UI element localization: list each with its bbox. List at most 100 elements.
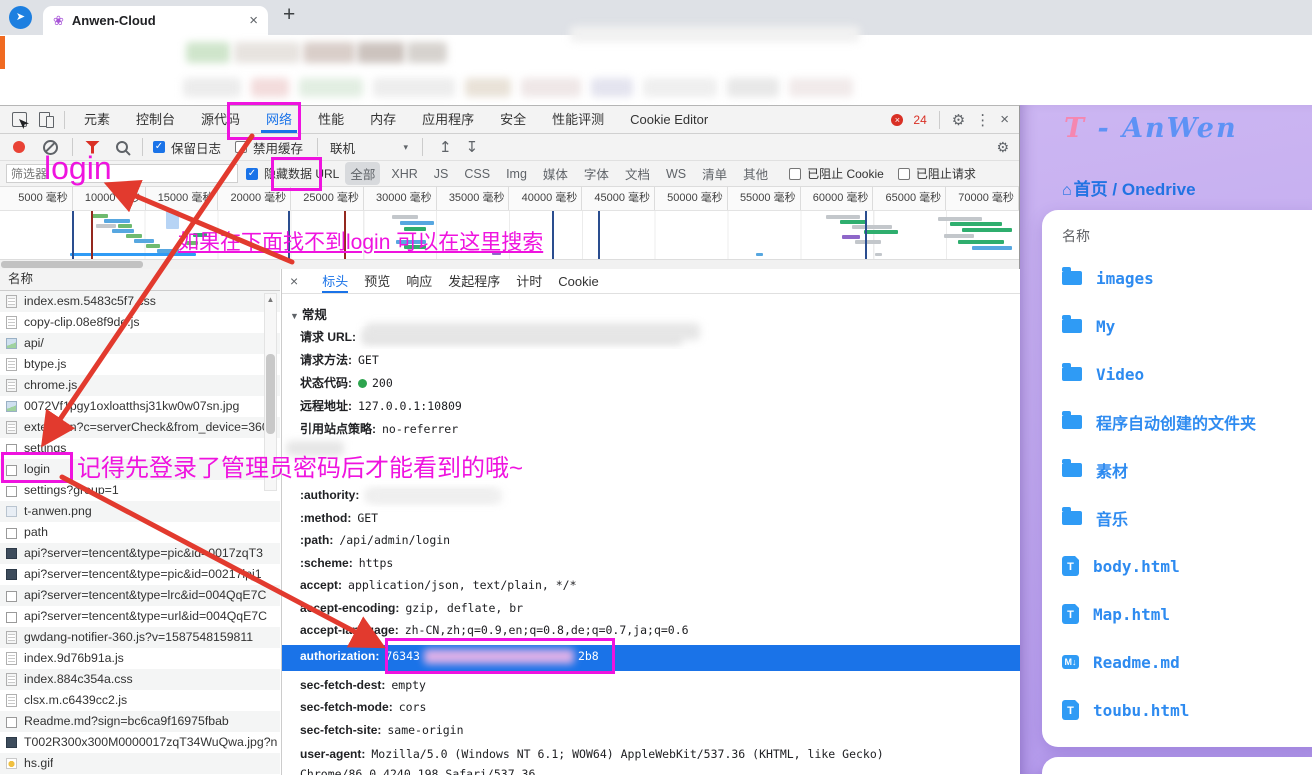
file-row[interactable]: M↓Readme.md bbox=[1062, 638, 1312, 686]
network-filterbar: ✓ 隐藏数据 URL 全部XHRJSCSSImg媒体字体文档WS清单其他 已阻止… bbox=[0, 161, 1019, 187]
details-tab-4[interactable]: 计时 bbox=[516, 270, 542, 293]
request-row[interactable]: t-anwen.png bbox=[0, 501, 280, 522]
inspect-element-icon[interactable] bbox=[12, 112, 27, 127]
request-row[interactable]: T002R300x300M0000017zqT34WuQwa.jpg?n bbox=[0, 732, 280, 753]
redacted-region bbox=[183, 78, 241, 97]
details-tab-0[interactable]: 标头 bbox=[322, 270, 348, 293]
kebab-menu-icon[interactable]: ⋮ bbox=[975, 111, 990, 129]
checkbox-unchecked-icon[interactable] bbox=[898, 168, 910, 180]
search-icon[interactable] bbox=[116, 141, 128, 153]
scroll-up-icon[interactable]: ▲ bbox=[265, 294, 276, 306]
request-row[interactable]: api?server=tencent&type=pic&id=0017zqT3 bbox=[0, 543, 280, 564]
filter-type-9[interactable]: 清单 bbox=[697, 162, 732, 185]
request-row[interactable]: Readme.md?sign=bc6ca9f16975fbab bbox=[0, 711, 280, 732]
disable-cache-toggle[interactable]: 禁用缓存 bbox=[235, 138, 303, 157]
throttling-select[interactable]: 联机 ▾ bbox=[330, 138, 408, 157]
checkbox-unchecked-icon[interactable] bbox=[789, 168, 801, 180]
general-rows: 请求 URL:请求方法:GET状态代码:200远程地址:127.0.0.1:10… bbox=[300, 326, 1010, 441]
filter-input[interactable] bbox=[6, 164, 238, 183]
error-count[interactable]: 24 bbox=[913, 113, 926, 127]
details-tab-2[interactable]: 响应 bbox=[406, 270, 432, 293]
request-row[interactable]: path bbox=[0, 522, 280, 543]
browser-logo-icon[interactable]: ➤ bbox=[9, 6, 32, 29]
folder-row[interactable]: 程序自动创建的文件夹 bbox=[1062, 398, 1312, 446]
filter-type-0[interactable]: 全部 bbox=[345, 162, 380, 185]
devtools-tab-5[interactable]: 内存 bbox=[357, 106, 409, 133]
devtools-tab-1[interactable]: 控制台 bbox=[123, 106, 188, 133]
checkbox-checked-icon[interactable]: ✓ bbox=[153, 141, 165, 153]
export-har-icon[interactable]: ↧ bbox=[466, 138, 479, 156]
devtools-close-icon[interactable]: × bbox=[1000, 111, 1009, 128]
request-row[interactable]: api/ bbox=[0, 333, 280, 354]
blocked-cookies-toggle[interactable]: 已阻止 Cookie bbox=[789, 165, 884, 182]
filter-type-10[interactable]: 其他 bbox=[738, 162, 773, 185]
request-row[interactable]: index.esm.5483c5f7.css bbox=[0, 291, 280, 312]
import-har-icon[interactable]: ↥ bbox=[439, 138, 452, 156]
file-list-card: 名称 imagesMyVideo程序自动创建的文件夹素材音乐Tbody.html… bbox=[1042, 210, 1312, 747]
folder-row[interactable]: 素材 bbox=[1062, 446, 1312, 494]
blocked-requests-toggle[interactable]: 已阻止请求 bbox=[898, 165, 976, 182]
checkbox-checked-icon[interactable]: ✓ bbox=[246, 168, 258, 180]
devtools-tab-6[interactable]: 应用程序 bbox=[409, 106, 487, 133]
tab-close-icon[interactable]: × bbox=[241, 12, 258, 29]
breadcrumb-home[interactable]: 首页 bbox=[1074, 180, 1108, 199]
filter-type-4[interactable]: Img bbox=[501, 165, 532, 183]
preserve-log-toggle[interactable]: ✓ 保留日志 bbox=[153, 138, 221, 157]
request-row[interactable]: gwdang-notifier-360.js?v=1587548159811 bbox=[0, 627, 280, 648]
folder-row[interactable]: 音乐 bbox=[1062, 494, 1312, 542]
folder-row[interactable]: My bbox=[1062, 302, 1312, 350]
site-logo[interactable]: T - AnWen bbox=[1064, 113, 1238, 144]
breadcrumb-current[interactable]: Onedrive bbox=[1122, 180, 1196, 199]
folder-row[interactable]: Video bbox=[1062, 350, 1312, 398]
details-tab-5[interactable]: Cookie bbox=[558, 270, 598, 293]
request-row[interactable]: chrome.js bbox=[0, 375, 280, 396]
devtools-tab-0[interactable]: 元素 bbox=[71, 106, 123, 133]
waterfall-scrollbar[interactable] bbox=[0, 259, 1019, 269]
filter-type-7[interactable]: 文档 bbox=[620, 162, 655, 185]
new-tab-button[interactable]: + bbox=[283, 3, 295, 27]
scrollbar-thumb[interactable] bbox=[266, 354, 275, 434]
checkbox-unchecked-icon[interactable] bbox=[235, 141, 247, 153]
devtools-tab-9[interactable]: Cookie Editor bbox=[617, 106, 721, 133]
scrollbar-thumb[interactable] bbox=[1, 261, 143, 268]
browser-tab[interactable]: ❀ Anwen-Cloud × bbox=[43, 6, 268, 35]
details-tab-1[interactable]: 预览 bbox=[364, 270, 390, 293]
folder-row[interactable]: images bbox=[1062, 254, 1312, 302]
error-badge-icon[interactable]: × bbox=[891, 114, 903, 126]
request-row[interactable]: settings?group=1 bbox=[0, 480, 280, 501]
request-name: T002R300x300M0000017zqT34WuQwa.jpg?n bbox=[24, 732, 277, 753]
record-icon[interactable] bbox=[13, 141, 25, 153]
general-section-title[interactable]: ▼常规 bbox=[290, 304, 327, 323]
settings-gear-icon[interactable]: ⚙ bbox=[952, 111, 965, 129]
file-row[interactable]: Ttoubu.html bbox=[1062, 686, 1312, 734]
network-settings-gear-icon[interactable]: ⚙ bbox=[996, 139, 1009, 156]
request-row[interactable]: index.884c354a.css bbox=[0, 669, 280, 690]
filter-type-5[interactable]: 媒体 bbox=[538, 162, 573, 185]
request-row[interactable]: btype.js bbox=[0, 354, 280, 375]
file-row[interactable]: TMap.html bbox=[1062, 590, 1312, 638]
request-row[interactable]: api?server=tencent&type=lrc&id=004QqE7C bbox=[0, 585, 280, 606]
filter-type-2[interactable]: JS bbox=[429, 165, 454, 183]
request-row[interactable]: clsx.m.c6439cc2.js bbox=[0, 690, 280, 711]
request-row[interactable]: 0072Vf1pgy1oxloatthsj31kw0w07sn.jpg bbox=[0, 396, 280, 417]
header-value: /api/admin/login bbox=[339, 533, 450, 547]
devtools-tab-8[interactable]: 性能评测 bbox=[539, 106, 617, 133]
request-row[interactable]: copy-clip.08e8f9de.js bbox=[0, 312, 280, 333]
devtools-tab-7[interactable]: 安全 bbox=[487, 106, 539, 133]
file-row[interactable]: Tbody.html bbox=[1062, 542, 1312, 590]
request-row[interactable]: extension?c=serverCheck&from_device=360 bbox=[0, 417, 280, 438]
request-row[interactable]: hs.gif bbox=[0, 753, 280, 774]
separator bbox=[317, 138, 318, 156]
request-row[interactable]: api?server=tencent&type=url&id=004QqE7C bbox=[0, 606, 280, 627]
request-row[interactable]: api?server=tencent&type=pic&id=00217lpj1 bbox=[0, 564, 280, 585]
details-close-icon[interactable]: × bbox=[282, 273, 306, 289]
filter-type-1[interactable]: XHR bbox=[386, 165, 422, 183]
device-toolbar-icon[interactable] bbox=[39, 112, 50, 127]
request-row[interactable]: index.9d76b91a.js bbox=[0, 648, 280, 669]
devtools-tab-4[interactable]: 性能 bbox=[305, 106, 357, 133]
details-tab-3[interactable]: 发起程序 bbox=[448, 270, 500, 293]
request-list-header[interactable]: 名称 bbox=[0, 269, 280, 291]
filter-type-8[interactable]: WS bbox=[661, 165, 691, 183]
filter-type-6[interactable]: 字体 bbox=[579, 162, 614, 185]
filter-type-3[interactable]: CSS bbox=[459, 165, 495, 183]
